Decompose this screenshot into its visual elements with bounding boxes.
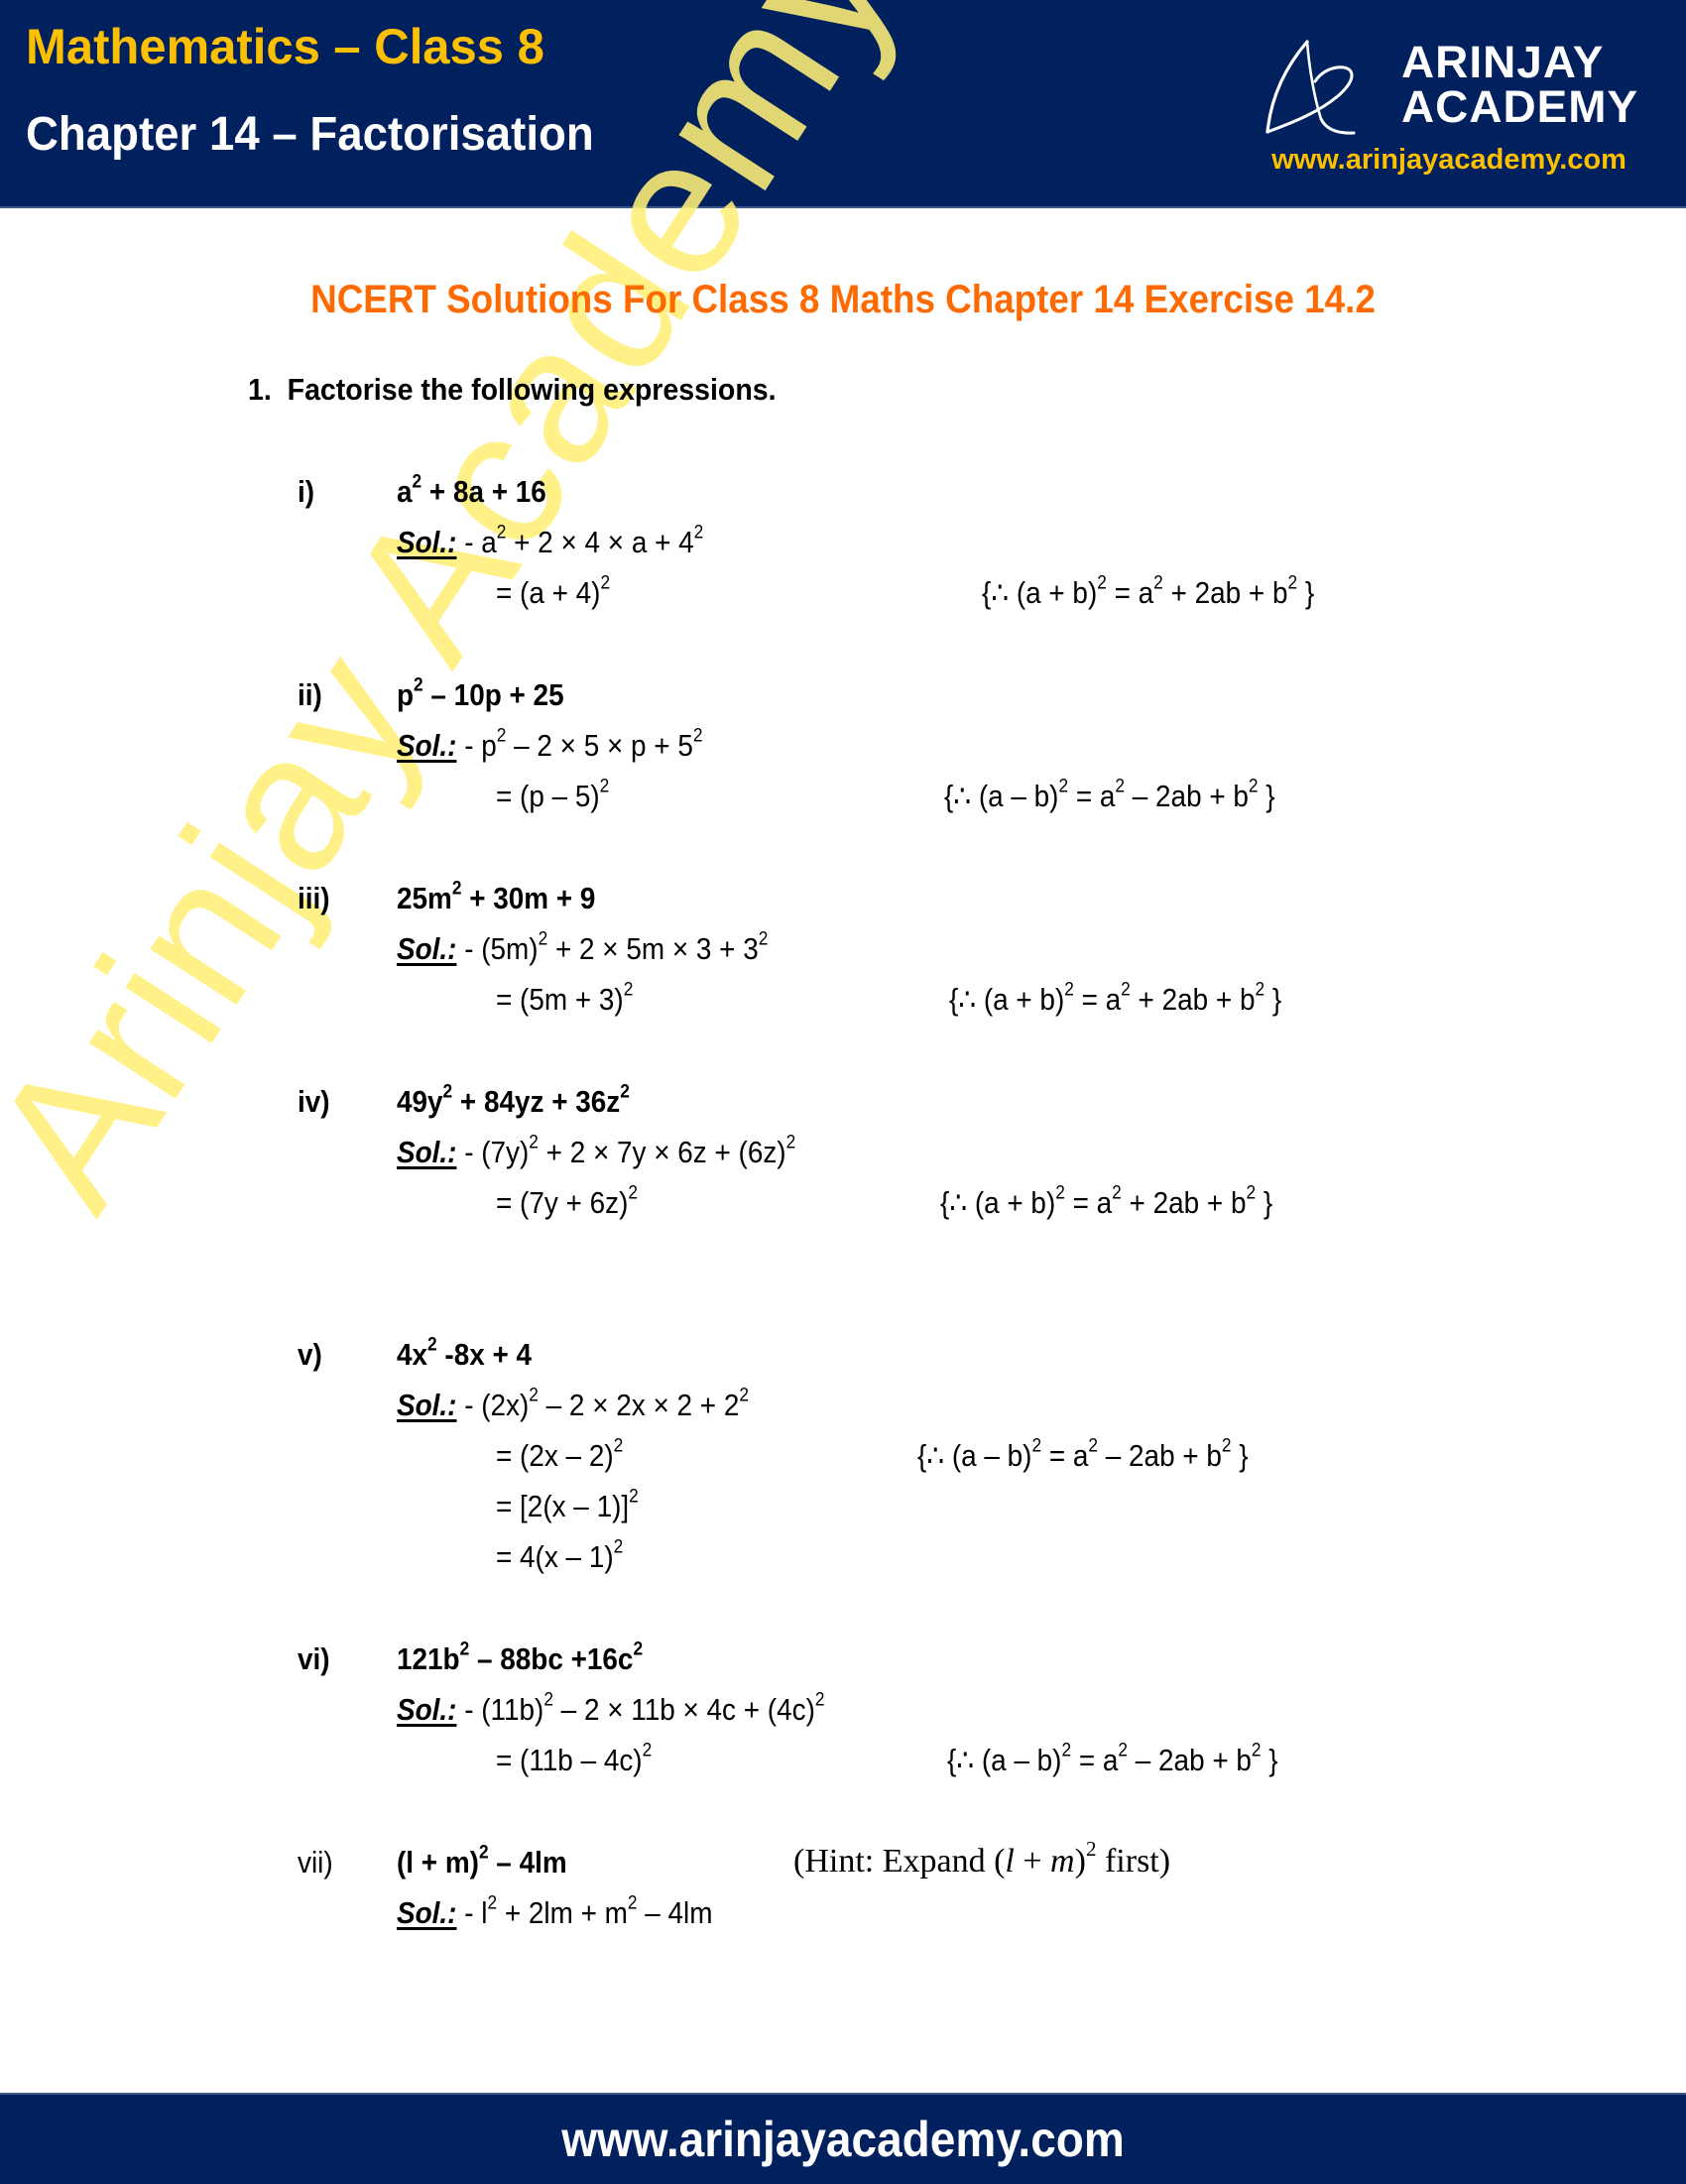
part-label: i) xyxy=(298,474,315,509)
solution-expression: - (7y)2 + 2 × 7y × 6z + (6z)2 xyxy=(456,1132,796,1169)
question-number: 1. xyxy=(248,372,272,407)
solution-step: = (5m + 3)2 xyxy=(496,979,634,1017)
part-label: iii) xyxy=(298,881,330,915)
document-body: NCERT Solutions For Class 8 Maths Chapte… xyxy=(0,0,1686,2182)
solution-label: Sol.: xyxy=(397,728,457,763)
solution-step: = [2(x – 1)]2 xyxy=(496,1486,639,1523)
solution-first-line: Sol.: - (2x)2 – 2 × 2x × 2 + 22 xyxy=(397,1385,749,1423)
part-expression: 121b2 – 88bc +16c2 xyxy=(397,1638,644,1676)
solution-expression: - a2 + 2 × 4 × a + 42 xyxy=(456,522,704,559)
solution-step: = (7y + 6z)2 xyxy=(496,1182,638,1220)
solution-expression: - (5m)2 + 2 × 5m × 3 + 32 xyxy=(456,928,769,966)
solution-step: = (2x – 2)2 xyxy=(496,1435,624,1473)
solution-first-line: Sol.: - (5m)2 + 2 × 5m × 3 + 32 xyxy=(397,928,769,967)
solution-label: Sol.: xyxy=(397,1895,457,1930)
solution-expression: - (11b)2 – 2 × 11b × 4c + (4c)2 xyxy=(456,1689,825,1727)
part-expression: a2 + 8a + 16 xyxy=(397,471,546,509)
part-expression: 25m2 + 30m + 9 xyxy=(397,878,596,915)
exercise-heading: NCERT Solutions For Class 8 Maths Chapte… xyxy=(310,278,1376,321)
solution-label: Sol.: xyxy=(397,931,457,966)
solution-label: Sol.: xyxy=(397,1692,457,1727)
identity-reason: {∴ (a – b)2 = a2 – 2ab + b2 } xyxy=(944,776,1275,813)
part-label: v) xyxy=(298,1337,322,1372)
solution-first-line: Sol.: - (11b)2 – 2 × 11b × 4c + (4c)2 xyxy=(397,1689,825,1728)
solution-label: Sol.: xyxy=(397,1135,457,1169)
part-label: vi) xyxy=(298,1641,330,1676)
solution-step: = 4(x – 1)2 xyxy=(496,1536,624,1574)
identity-reason: {∴ (a – b)2 = a2 – 2ab + b2 } xyxy=(917,1435,1249,1473)
question-text: Factorise the following expressions. xyxy=(287,372,777,407)
solution-first-line: Sol.: - a2 + 2 × 4 × a + 42 xyxy=(397,522,704,560)
solution-step: = (p – 5)2 xyxy=(496,776,610,813)
solution-expression: - p2 – 2 × 5 × p + 52 xyxy=(456,725,703,763)
identity-reason: {∴ (a + b)2 = a2 + 2ab + b2 } xyxy=(982,572,1315,610)
part-label: ii) xyxy=(298,677,322,712)
part-expression: (l + m)2 – 4lm xyxy=(397,1842,567,1880)
hint-text: (Hint: Expand (l + m)2 first) xyxy=(793,1837,1171,1880)
part-expression: 4x2 -8x + 4 xyxy=(397,1334,533,1372)
part-expression: p2 – 10p + 25 xyxy=(397,674,564,712)
solution-expression: - l2 + 2lm + m2 – 4lm xyxy=(456,1892,713,1930)
identity-reason: {∴ (a + b)2 = a2 + 2ab + b2 } xyxy=(940,1182,1273,1220)
solution-step: = (11b – 4c)2 xyxy=(496,1740,653,1777)
solution-first-line: Sol.: - p2 – 2 × 5 × p + 52 xyxy=(397,725,703,764)
solution-label: Sol.: xyxy=(397,1388,457,1422)
part-label: vii) xyxy=(298,1845,333,1880)
part-expression: 49y2 + 84yz + 36z2 xyxy=(397,1081,630,1119)
solution-first-line: Sol.: - l2 + 2lm + m2 – 4lm xyxy=(397,1892,713,1931)
solution-label: Sol.: xyxy=(397,525,457,559)
solution-first-line: Sol.: - (7y)2 + 2 × 7y × 6z + (6z)2 xyxy=(397,1132,796,1170)
identity-reason: {∴ (a + b)2 = a2 + 2ab + b2 } xyxy=(949,979,1282,1017)
identity-reason: {∴ (a – b)2 = a2 – 2ab + b2 } xyxy=(947,1740,1278,1777)
solution-expression: - (2x)2 – 2 × 2x × 2 + 22 xyxy=(456,1385,749,1422)
solution-step: = (a + 4)2 xyxy=(496,572,611,610)
question-title: 1. Factorise the following expressions. xyxy=(248,372,777,408)
part-label: iv) xyxy=(298,1084,330,1119)
